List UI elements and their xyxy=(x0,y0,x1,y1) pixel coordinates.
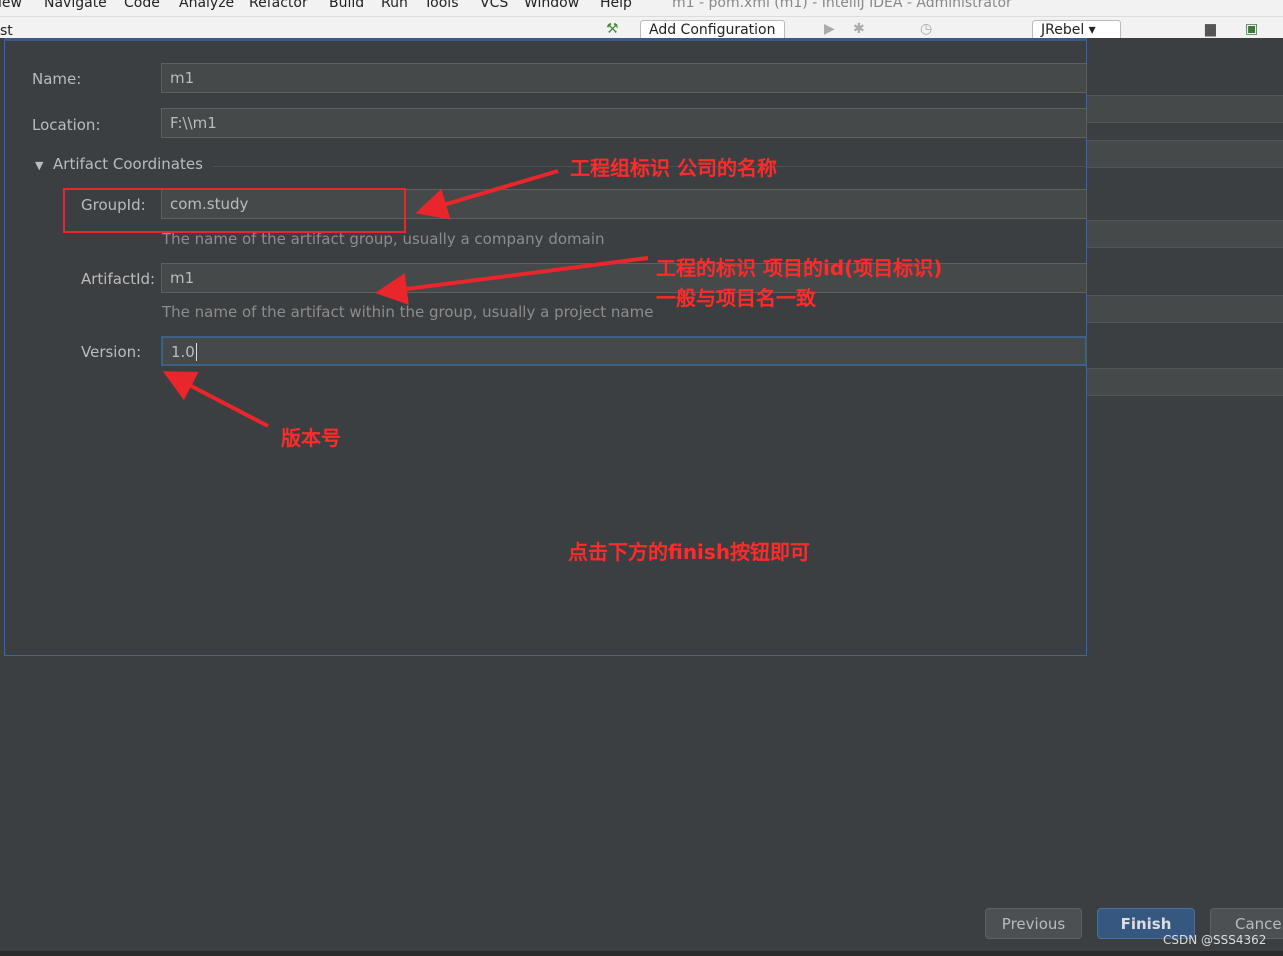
annotation-version: 版本号 xyxy=(281,426,341,450)
watermark: CSDN @SSS4362 xyxy=(1163,933,1267,947)
annotation-artifact-1: 工程的标识 项目的id(项目标识) xyxy=(656,256,943,280)
status-bar xyxy=(0,951,1283,956)
annotation-group: 工程组标识 公司的名称 xyxy=(570,156,777,180)
arrow-version xyxy=(162,371,269,428)
annotation-arrows xyxy=(162,169,649,428)
arrow-groupid xyxy=(415,169,559,220)
annotation-finish: 点击下方的finish按钮即可 xyxy=(568,540,811,564)
previous-button[interactable]: Previous xyxy=(985,908,1082,939)
arrow-artifactid xyxy=(375,256,649,305)
annotation-artifact-2: 一般与项目名一致 xyxy=(656,286,816,310)
